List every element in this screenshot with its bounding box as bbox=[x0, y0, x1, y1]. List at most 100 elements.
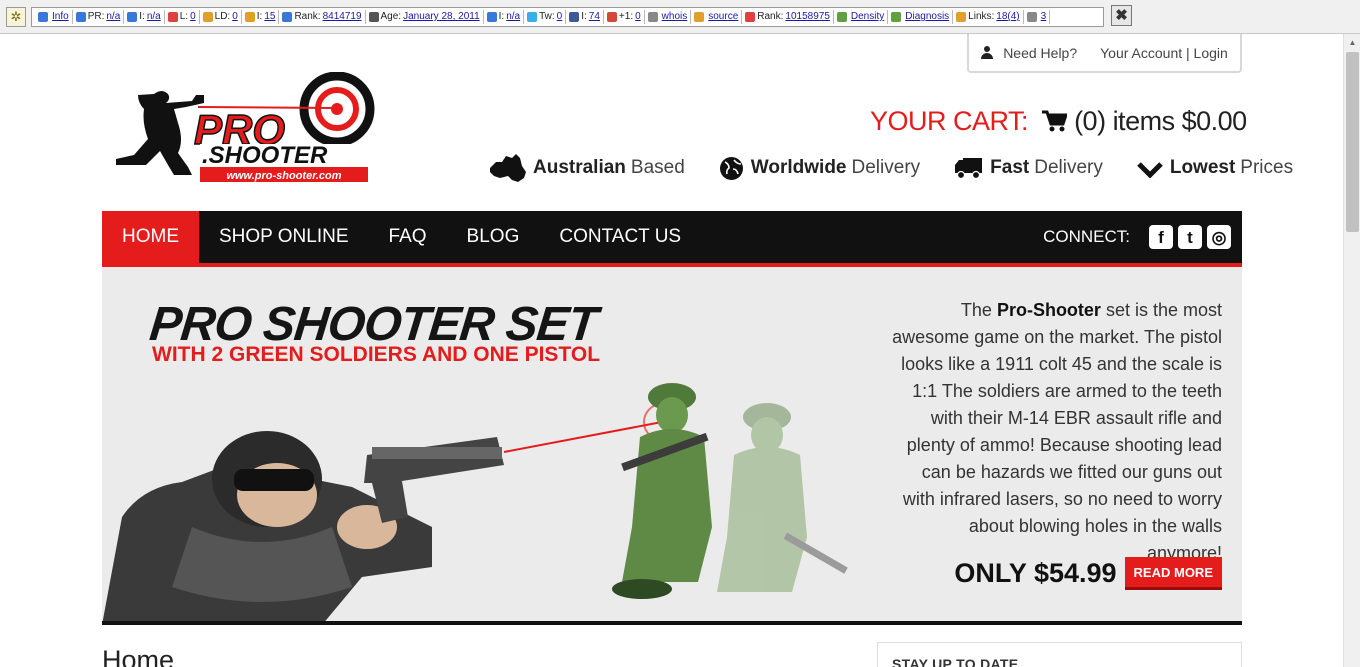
facebook-icon[interactable]: f bbox=[1149, 225, 1173, 249]
seo-metric-icon bbox=[647, 12, 658, 22]
feature-bold-text: Australian bbox=[533, 157, 626, 178]
seo-toolbar-item[interactable]: PR: n/a bbox=[73, 10, 125, 24]
seo-metric-link[interactable]: n/a bbox=[106, 10, 120, 24]
seo-metric-link[interactable]: 0 bbox=[635, 10, 641, 24]
account-bar: Need Help? Your Account | Login bbox=[967, 34, 1242, 73]
seo-metric-link[interactable]: 0 bbox=[232, 10, 238, 24]
seo-metric-link[interactable]: 8414719 bbox=[323, 10, 362, 24]
seo-toolbar-item[interactable]: Info bbox=[35, 10, 73, 24]
social-connect: CONNECT: f t ◎ bbox=[1043, 211, 1231, 263]
hero-banner: PRO SHOOTER SET WITH 2 GREEN SOLDIERS AN… bbox=[102, 267, 1242, 625]
seo-metric-link[interactable]: 0 bbox=[557, 10, 563, 24]
read-more-button[interactable]: READ MORE bbox=[1124, 557, 1222, 590]
shopping-cart-icon[interactable] bbox=[1041, 110, 1068, 132]
account-login-link[interactable]: Your Account | Login bbox=[1100, 45, 1228, 61]
seo-metric-icon bbox=[368, 12, 379, 22]
seo-toolbar-item[interactable]: Rank: 10158975 bbox=[742, 10, 834, 24]
seo-toolbar-item[interactable]: +1: 0 bbox=[604, 10, 645, 24]
seo-metric-link[interactable]: whois bbox=[662, 10, 688, 24]
cart-items-total[interactable]: (0) items $0.00 bbox=[1074, 106, 1247, 136]
logo-wordmark: .SHOOTER bbox=[202, 142, 328, 169]
seo-toolbar-item[interactable]: Tw: 0 bbox=[524, 10, 567, 24]
scrollbar-thumb[interactable] bbox=[1346, 52, 1359, 232]
seo-toolbar-item[interactable]: LD: 0 bbox=[200, 10, 242, 24]
seo-metric-icon bbox=[694, 12, 705, 22]
seo-toolbar-item[interactable]: Age: January 28, 2011 bbox=[366, 10, 484, 24]
hero-text-bold: Pro-Shooter bbox=[996, 300, 1101, 320]
nav-item-faq[interactable]: FAQ bbox=[369, 211, 447, 263]
seo-toolbar-item[interactable]: Density bbox=[834, 10, 889, 24]
seo-metric-link[interactable]: 3 bbox=[1041, 10, 1047, 24]
seo-metric-link[interactable]: source bbox=[708, 10, 738, 24]
seo-toolbar-item[interactable]: I: 74 bbox=[566, 10, 604, 24]
seo-toolbar-item[interactable]: I: n/a bbox=[484, 10, 525, 24]
seo-metric-link[interactable]: n/a bbox=[506, 10, 520, 24]
seo-metric-icon bbox=[1026, 12, 1037, 22]
scroll-up-arrow-icon[interactable]: ▲ bbox=[1344, 34, 1360, 51]
seo-metric-label: I: bbox=[498, 11, 505, 22]
seo-metric-label: I: bbox=[581, 11, 587, 22]
seo-metric-label: Rank: bbox=[294, 11, 321, 22]
seo-metric-link[interactable]: 15 bbox=[264, 10, 275, 24]
seo-metric-label: PR: bbox=[87, 11, 105, 22]
seo-toolbar-item[interactable]: Links: 18(4) bbox=[953, 10, 1024, 24]
toolbar-close-button[interactable]: ✖ bbox=[1111, 5, 1132, 26]
seo-toolbar-item[interactable]: Rank: 8414719 bbox=[279, 10, 366, 24]
seo-toolbar-item[interactable]: source bbox=[691, 10, 743, 24]
seo-toolbar-item[interactable]: I: 15 bbox=[242, 10, 280, 24]
feature-light-text: Delivery bbox=[851, 157, 921, 178]
seo-metric-link[interactable]: 0 bbox=[190, 10, 196, 24]
seo-toolbar-item[interactable]: I: n/a bbox=[124, 10, 165, 24]
feature-bold-text: Fast bbox=[990, 157, 1030, 178]
feature-light-text: Delivery bbox=[1034, 157, 1103, 178]
seo-metric-icon bbox=[244, 12, 255, 22]
connect-label: CONNECT: bbox=[1043, 227, 1130, 246]
seo-metric-link[interactable]: Info bbox=[52, 10, 69, 24]
feature-australian-based: Australian Based bbox=[488, 154, 685, 182]
seo-metric-label: L: bbox=[179, 11, 189, 22]
hero-price: ONLY $54.99 bbox=[954, 558, 1117, 588]
seo-metric-icon bbox=[75, 12, 86, 22]
feature-bold-text: Lowest bbox=[1169, 157, 1236, 178]
seo-toolbar: ✲ Info PR: n/a I: n/a L: 0 LD: 0 I: 15 Rank: 8414719… bbox=[0, 0, 1360, 34]
feature-bold-text: Worldwide bbox=[750, 157, 847, 178]
user-icon bbox=[981, 46, 994, 59]
nav-item-shop-online[interactable]: SHOP ONLINE bbox=[199, 211, 369, 263]
seo-metric-link[interactable]: Density bbox=[851, 10, 884, 24]
seo-toolbar-item[interactable]: 3 bbox=[1024, 10, 1051, 24]
need-help-link[interactable]: Need Help? bbox=[1003, 45, 1077, 61]
seo-metric-link[interactable]: January 28, 2011 bbox=[403, 10, 480, 24]
nav-item-home[interactable]: HOME bbox=[102, 211, 199, 263]
seo-metric-icon bbox=[836, 12, 847, 22]
seo-metric-label: Rank: bbox=[757, 11, 784, 22]
feature-worldwide-delivery: Worldwide Delivery bbox=[719, 154, 920, 182]
seo-metric-label: I: bbox=[256, 11, 263, 22]
pro-shooter-logo[interactable]: PRO .SHOOTER www.pro-shooter.com bbox=[112, 72, 377, 187]
seo-metric-link[interactable]: 18(4) bbox=[996, 10, 1019, 24]
instagram-icon[interactable]: ◎ bbox=[1207, 225, 1231, 249]
twitter-icon[interactable]: t bbox=[1178, 225, 1202, 249]
seo-toolbar-item[interactable]: whois bbox=[645, 10, 692, 24]
page-scrollbar[interactable]: ▲ bbox=[1343, 34, 1360, 667]
seo-metric-link[interactable]: 10158975 bbox=[785, 10, 830, 24]
cart-summary[interactable]: YOUR CART: (0) items $0.00 bbox=[870, 106, 1247, 137]
feature-fast-delivery: Fast Delivery bbox=[954, 154, 1103, 182]
seo-metric-icon bbox=[167, 12, 178, 22]
seo-metric-icon bbox=[38, 12, 48, 22]
nav-item-blog[interactable]: BLOG bbox=[447, 211, 540, 263]
seo-metric-icon bbox=[527, 12, 538, 22]
logo-url-text: www.pro-shooter.com bbox=[226, 170, 341, 182]
globe-icon bbox=[719, 156, 743, 180]
cart-label[interactable]: YOUR CART: bbox=[870, 106, 1029, 136]
seo-metric-link[interactable]: n/a bbox=[147, 10, 161, 24]
seo-toolbar-item[interactable]: L: 0 bbox=[165, 10, 200, 24]
toolbar-gear-icon[interactable]: ✲ bbox=[6, 7, 26, 27]
nav-item-contact-us[interactable]: CONTACT US bbox=[539, 211, 701, 263]
seo-metric-link[interactable]: 74 bbox=[589, 10, 600, 24]
newsletter-widget: STAY UP TO DATE bbox=[877, 642, 1242, 667]
seo-metric-label: Tw: bbox=[539, 11, 555, 22]
feature-strip: Australian Based Worldwide Delivery Fast… bbox=[488, 154, 1293, 182]
seo-metric-link[interactable]: Diagnosis bbox=[905, 10, 949, 24]
page-title: Home bbox=[102, 645, 175, 667]
seo-toolbar-item[interactable]: Diagnosis bbox=[888, 10, 954, 24]
